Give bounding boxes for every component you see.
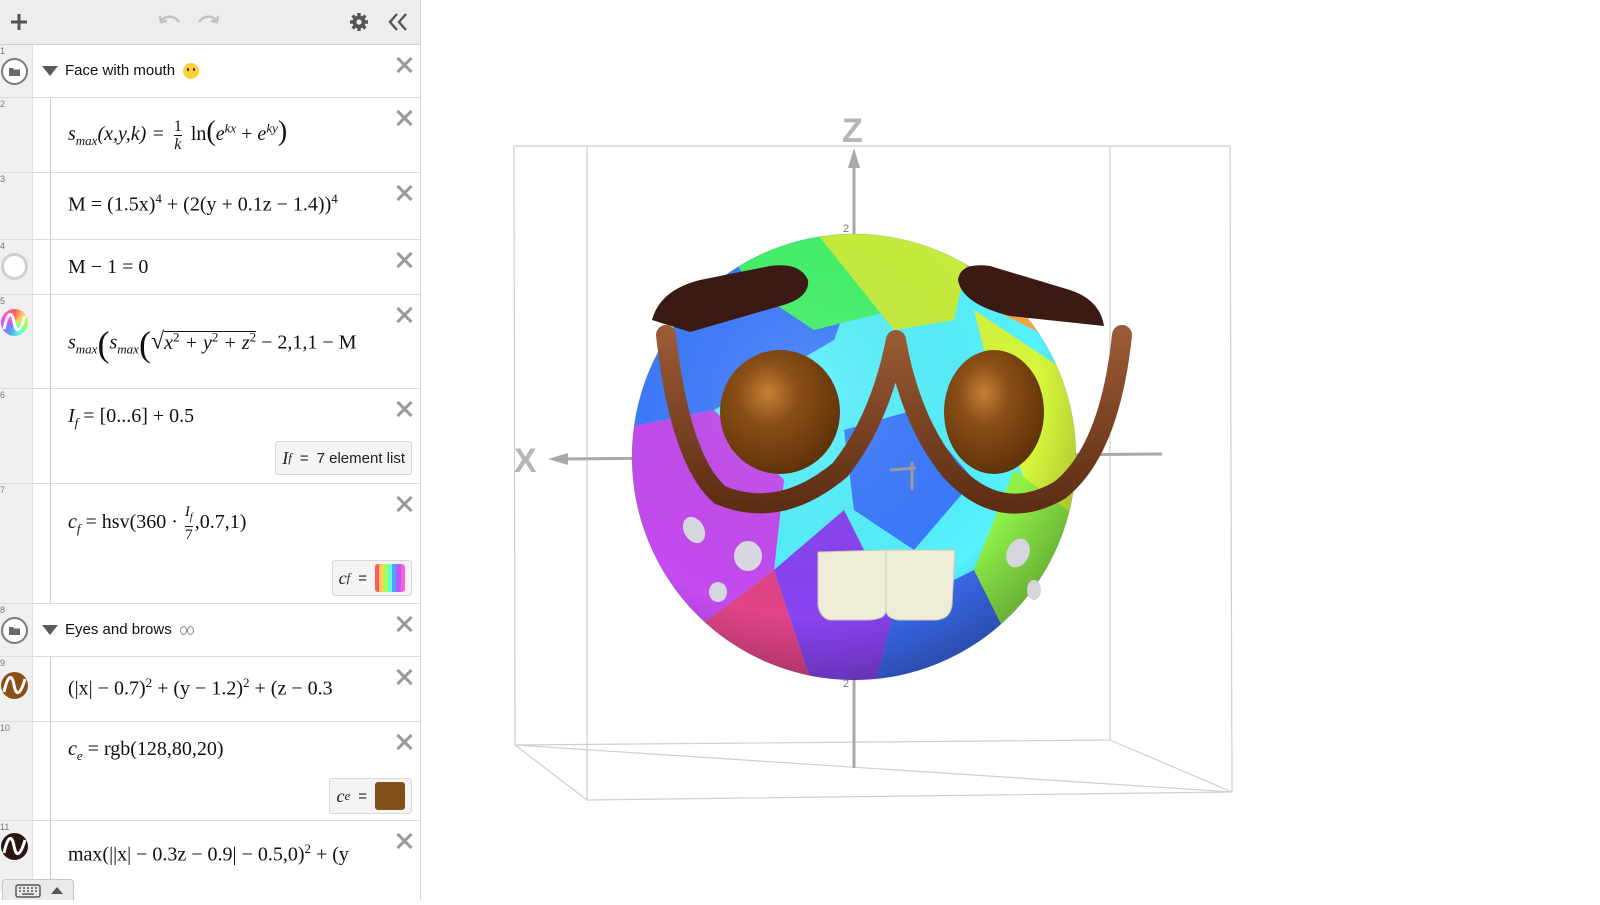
undo-button[interactable] (156, 6, 184, 38)
x-axis-label: X (514, 442, 537, 480)
collapse-triangle-icon[interactable] (42, 66, 58, 76)
expression-content[interactable]: (|x| − 0.7)2 + (y − 1.2)2 + (z − 0.3 (50, 657, 386, 721)
row-gutter: 5 (0, 295, 33, 388)
expression-content[interactable]: M − 1 = 0 (50, 240, 386, 294)
row-gutter: 1 (0, 45, 33, 97)
delete-expression-button[interactable] (394, 305, 414, 325)
expression-row-5[interactable]: 5 smax(smax(√x2 + y2 + z2 − 2,1,1 − M (0, 295, 420, 389)
color-palette-swatch (375, 564, 405, 592)
delete-expression-button[interactable] (394, 494, 414, 514)
expression-content[interactable]: smax(smax(√x2 + y2 + z2 − 2,1,1 − M (50, 295, 386, 388)
redo-button[interactable] (194, 6, 222, 38)
math-expression[interactable]: smax(smax(√x2 + y2 + z2 − 2,1,1 − M (68, 323, 386, 365)
collapse-panel-button[interactable] (384, 6, 412, 38)
undo-icon (158, 15, 181, 24)
delete-expression-button[interactable] (394, 55, 414, 75)
row-number: 7 (0, 485, 6, 495)
color-swatch (375, 782, 405, 810)
row-number: 9 (0, 658, 6, 668)
add-expression-button[interactable] (6, 6, 32, 38)
eyes-emoji-icon (180, 626, 194, 635)
row-number: 10 (0, 723, 11, 733)
double-chevron-left-icon (388, 13, 407, 31)
delete-expression-button[interactable] (394, 732, 414, 752)
hidden-graph-toggle-icon[interactable] (1, 253, 28, 280)
graph-style-icon[interactable] (1, 833, 28, 860)
math-expression[interactable]: cf = hsv(360 · If 7 ,0.7,1) (68, 504, 386, 543)
keyboard-icon (15, 884, 41, 898)
collapse-triangle-icon[interactable] (42, 625, 58, 635)
expression-row-2[interactable]: 2 smax(x,y,k) = 1 k ln(ekx + eky) (0, 98, 420, 173)
delete-expression-button[interactable] (394, 831, 414, 851)
row-number: 3 (0, 174, 6, 184)
redo-icon (197, 15, 220, 24)
row-number: 6 (0, 390, 6, 400)
delete-expression-button[interactable] (394, 614, 414, 634)
row-number: 1 (0, 46, 6, 56)
chevron-up-icon (51, 887, 63, 894)
expression-content[interactable]: max(||x| − 0.3z − 0.9| − 0.5,0)2 + (y (50, 821, 386, 891)
color-list-badge: cf = (331, 560, 412, 596)
graph-style-icon[interactable] (1, 672, 28, 699)
neutral-face-emoji-icon (183, 63, 199, 79)
row-gutter: 2 (0, 98, 33, 172)
expression-content[interactable]: Eyes and brows (42, 604, 386, 656)
delete-expression-button[interactable] (394, 399, 414, 419)
expression-toolbar (0, 0, 420, 45)
expression-row-7[interactable]: 7 cf = hsv(360 · If 7 ,0.7,1) cf = (0, 484, 420, 604)
folder-icon[interactable] (1, 58, 28, 85)
expression-row-6[interactable]: 6 If = [0...6] + 0.5 If = 7 element list (0, 389, 420, 484)
row-number: 5 (0, 296, 6, 306)
settings-button[interactable] (345, 6, 373, 38)
graph-canvas[interactable]: Z X 2 2 (421, 0, 1600, 900)
row-gutter: 4 (0, 240, 33, 294)
expression-list: 1 Face with mouth 2 smax(x,y,k) = 1 k ln… (0, 45, 420, 891)
row-gutter: 10 (0, 722, 33, 820)
keyboard-toggle-button[interactable] (2, 879, 74, 900)
row-gutter: 3 (0, 173, 33, 239)
math-expression[interactable]: M − 1 = 0 (68, 256, 386, 279)
teeth (817, 549, 956, 621)
math-expression[interactable]: max(||x| − 0.3z − 0.9| − 0.5,0)2 + (y (68, 841, 386, 867)
expression-content[interactable]: Face with mouth (42, 45, 386, 97)
folder-title[interactable]: Eyes and brows (65, 621, 172, 638)
gear-icon (350, 13, 368, 31)
row-number: 4 (0, 241, 6, 251)
expression-content[interactable]: smax(x,y,k) = 1 k ln(ekx + eky) (50, 98, 386, 172)
row-gutter: 8 (0, 604, 33, 656)
z-axis-label: Z (842, 112, 863, 150)
math-expression[interactable]: If = [0...6] + 0.5 (68, 405, 386, 431)
rainbow-graph-style-icon[interactable] (1, 309, 28, 336)
math-expression[interactable]: M = (1.5x)4 + (2(y + 0.1z − 1.4))4 (68, 191, 386, 217)
delete-expression-button[interactable] (394, 667, 414, 687)
evaluation-badge: If = 7 element list (275, 441, 412, 475)
palette-color-stripe (400, 564, 405, 592)
color-badge: ce = (329, 778, 412, 814)
delete-expression-button[interactable] (394, 183, 414, 203)
plus-icon (11, 14, 27, 30)
math-expression[interactable]: (|x| − 0.7)2 + (y − 1.2)2 + (z − 0.3 (68, 675, 386, 701)
z-tick-top: 2 (843, 223, 849, 235)
expression-row-1[interactable]: 1 Face with mouth (0, 45, 420, 98)
math-expression[interactable]: smax(x,y,k) = 1 k ln(ekx + eky) (68, 116, 386, 153)
expression-row-10[interactable]: 10 ce = rgb(128,80,20) ce = (0, 722, 420, 821)
delete-expression-button[interactable] (394, 108, 414, 128)
expression-row-3[interactable]: 3 M = (1.5x)4 + (2(y + 0.1z − 1.4))4 (0, 173, 420, 240)
math-expression[interactable]: ce = rgb(128,80,20) (68, 738, 386, 764)
row-number: 8 (0, 605, 6, 615)
row-number: 2 (0, 99, 6, 109)
folder-title[interactable]: Face with mouth (65, 62, 175, 79)
row-number: 11 (0, 822, 10, 832)
expression-row-9[interactable]: 9 (|x| − 0.7)2 + (y − 1.2)2 + (z − 0.3 (0, 657, 420, 722)
folder-icon[interactable] (1, 617, 28, 644)
delete-expression-button[interactable] (394, 250, 414, 270)
expression-row-4[interactable]: 4 M − 1 = 0 (0, 240, 420, 295)
row-gutter: 6 (0, 389, 33, 483)
expression-content[interactable]: M = (1.5x)4 + (2(y + 0.1z − 1.4))4 (50, 173, 386, 239)
3d-plot[interactable]: Z X 2 2 (421, 0, 1600, 900)
row-gutter: 9 (0, 657, 33, 721)
expression-panel: 1 Face with mouth 2 smax(x,y,k) = 1 k ln… (0, 0, 421, 900)
expression-row-8[interactable]: 8 Eyes and brows (0, 604, 420, 657)
row-gutter: 7 (0, 484, 33, 603)
